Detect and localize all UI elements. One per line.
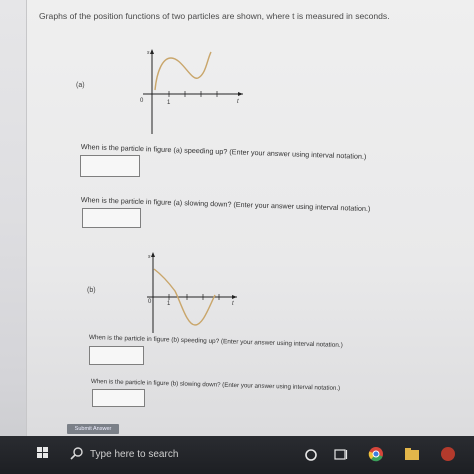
answer-b-speeding-input[interactable] xyxy=(89,346,144,365)
windows-icon[interactable] xyxy=(37,447,49,459)
graph-b-y-label: s xyxy=(148,254,151,260)
chrome-icon[interactable] xyxy=(368,446,384,462)
screen: Graphs of the position functions of two … xyxy=(0,0,474,474)
graph-a-one: 1 xyxy=(167,100,171,106)
webassign-page: Graphs of the position functions of two … xyxy=(26,0,474,436)
graph-b-label: (b) xyxy=(87,287,96,294)
graph-b: s 0 1 t xyxy=(147,252,237,333)
answer-a-slowing-input[interactable] xyxy=(82,208,141,228)
file-explorer-icon[interactable] xyxy=(404,447,420,461)
graph-b-zero: 0 xyxy=(148,299,152,305)
graph-a: s 0 1 t xyxy=(140,49,243,134)
graph-b-x-label: t xyxy=(232,301,234,307)
submit-answer-button[interactable]: Submit Answer xyxy=(67,424,119,434)
answer-b-slowing-input[interactable] xyxy=(92,389,145,407)
search-input[interactable]: Type here to search xyxy=(90,449,178,460)
graph-b-one: 1 xyxy=(167,301,171,307)
app-icon[interactable] xyxy=(440,446,456,462)
graph-a-zero: 0 xyxy=(140,98,144,104)
graph-a-y-label: s xyxy=(147,50,150,56)
taskbar: Type here to search xyxy=(0,436,474,474)
graph-a-x-label: t xyxy=(237,99,239,105)
task-view-icon[interactable] xyxy=(334,448,348,462)
answer-a-speeding-input[interactable] xyxy=(80,155,140,177)
problem-prompt: Graphs of the position functions of two … xyxy=(39,11,390,21)
search-icon[interactable] xyxy=(70,447,84,461)
graph-a-label: (a) xyxy=(76,82,85,89)
graph-a-curve xyxy=(154,51,212,91)
cortana-icon[interactable] xyxy=(304,448,318,462)
